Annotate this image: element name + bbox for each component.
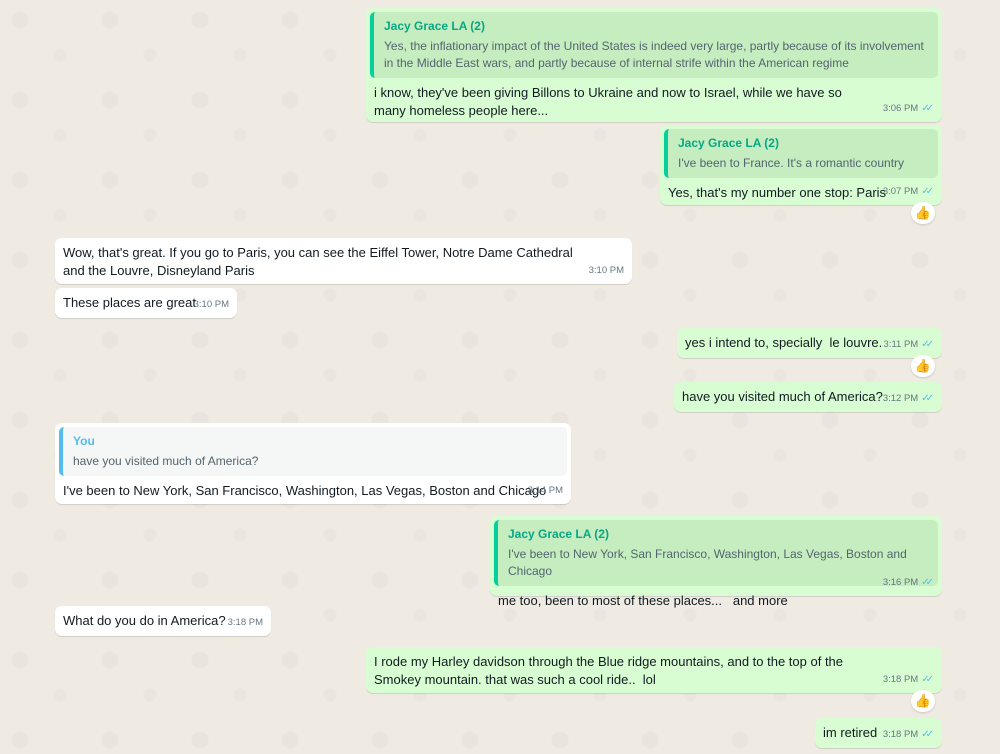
message-meta: 3:11 PM ✓✓ [884, 336, 934, 354]
quote-author: You [73, 434, 95, 448]
message-time: 3:10 PM [588, 265, 624, 276]
message-meta: 3:10 PM [589, 262, 624, 280]
message-outgoing[interactable]: Jacy Grace LA (2) Yes, the inflationary … [366, 8, 942, 122]
message-meta: 3:07 PM ✓✓ [883, 183, 934, 201]
quoted-message[interactable]: Jacy Grace LA (2) Yes, the inflationary … [370, 12, 938, 78]
message-meta: 3:18 PM ✓✓ [883, 726, 934, 744]
message-incoming[interactable]: These places are great 3:10 PM [55, 288, 237, 318]
message-meta: 3:12 PM ✓✓ [883, 390, 934, 408]
read-receipt-icon: ✓✓ [921, 674, 934, 685]
read-receipt-icon: ✓✓ [921, 339, 934, 350]
quoted-message[interactable]: Jacy Grace LA (2) I've been to France. I… [664, 129, 938, 178]
message-meta: 3:16 PM ✓✓ [883, 574, 934, 592]
read-receipt-icon: ✓✓ [921, 577, 934, 588]
message-outgoing[interactable]: yes i intend to, specially le louvre. 3:… [677, 328, 942, 358]
message-meta: 3:14 PM [528, 482, 563, 500]
read-receipt-icon: ✓✓ [921, 393, 934, 404]
message-incoming[interactable]: What do you do in America? 3:18 PM [55, 606, 271, 636]
quote-text: I've been to France. It's a romantic cou… [678, 156, 905, 170]
read-receipt-icon: ✓✓ [921, 186, 934, 197]
quoted-message[interactable]: You have you visited much of America? [59, 427, 567, 476]
message-outgoing[interactable]: Jacy Grace LA (2) I've been to France. I… [660, 125, 942, 205]
read-receipt-icon: ✓✓ [921, 103, 934, 114]
message-outgoing[interactable]: im retired 3:18 PM ✓✓ [815, 718, 942, 748]
message-outgoing[interactable]: have you visited much of America? 3:12 P… [674, 382, 942, 412]
message-incoming[interactable]: Wow, that's great. If you go to Paris, y… [55, 238, 632, 284]
thumbs-up-reaction-icon[interactable]: 👍 [911, 202, 935, 224]
thumbs-up-reaction-icon[interactable]: 👍 [911, 690, 935, 712]
quote-author: Jacy Grace LA (2) [508, 527, 609, 541]
thumbs-up-reaction-icon[interactable]: 👍 [911, 355, 935, 377]
message-incoming[interactable]: You have you visited much of America? I'… [55, 423, 571, 504]
message-time: 3:18 PM [882, 729, 919, 740]
quote-text: Yes, the inflationary impact of the Unit… [384, 39, 924, 70]
quote-text: have you visited much of America? [73, 454, 259, 468]
message-text: i know, they've been giving Billons to U… [374, 85, 846, 118]
quote-text: I've been to New York, San Francisco, Wa… [508, 547, 907, 578]
message-meta: 3:10 PM [194, 296, 229, 314]
message-time: 3:18 PM [227, 617, 263, 628]
message-text: I've been to New York, San Francisco, Wa… [63, 483, 547, 498]
read-receipt-icon: ✓✓ [921, 729, 934, 740]
message-time: 3:16 PM [882, 577, 919, 588]
message-time: 3:07 PM [882, 186, 919, 197]
quoted-message[interactable]: Jacy Grace LA (2) I've been to New York,… [494, 520, 938, 586]
message-outgoing[interactable]: I rode my Harley davidson through the Bl… [366, 647, 942, 693]
message-meta: 3:18 PM [228, 614, 263, 632]
message-time: 3:11 PM [883, 339, 919, 350]
message-outgoing[interactable]: Jacy Grace LA (2) I've been to New York,… [490, 516, 942, 608]
quote-author: Jacy Grace LA (2) [384, 19, 485, 33]
message-text: Wow, that's great. If you go to Paris, y… [63, 245, 577, 278]
message-time: 3:12 PM [882, 393, 919, 404]
message-time: 3:06 PM [882, 103, 919, 114]
message-text: I rode my Harley davidson through the Bl… [374, 654, 847, 687]
message-time: 3:14 PM [527, 485, 563, 496]
quote-author: Jacy Grace LA (2) [678, 136, 779, 150]
message-text: me too, been to most of these places... … [498, 593, 788, 608]
message-meta: 3:06 PM ✓✓ [883, 100, 934, 118]
message-meta: 3:18 PM ✓✓ [883, 671, 934, 689]
message-time: 3:18 PM [882, 674, 919, 685]
message-time: 3:10 PM [193, 299, 229, 310]
